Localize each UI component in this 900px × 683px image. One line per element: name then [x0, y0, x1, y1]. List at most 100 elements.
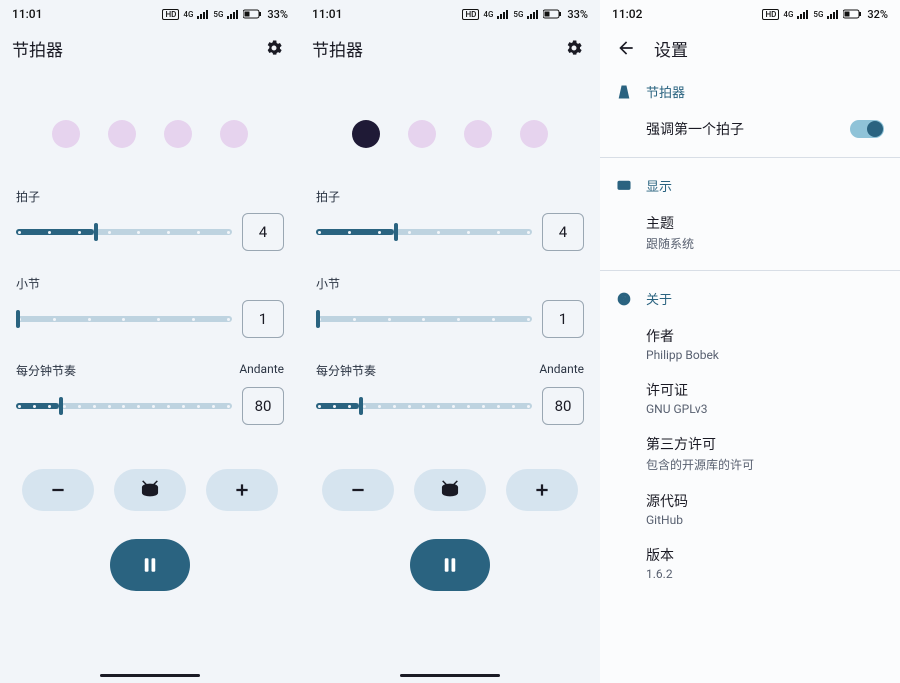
beats-value-input[interactable]: 4 — [542, 213, 584, 251]
bpm-label: 每分钟节奏 — [16, 362, 76, 379]
theme-item[interactable]: 主题 跟随系统 — [616, 205, 884, 262]
net-5g: 5G — [513, 10, 523, 19]
battery-icon — [243, 9, 263, 19]
emphasize-toggle[interactable] — [850, 120, 884, 138]
tempo-name: Andante — [239, 362, 284, 379]
item-title: 版本 — [646, 545, 884, 565]
signal-icon — [227, 9, 239, 19]
settings-button[interactable] — [260, 34, 288, 62]
third-party-item[interactable]: 第三方许可 包含的开源库的许可 — [616, 426, 884, 483]
nav-gesture-bar[interactable] — [100, 674, 200, 677]
beats-label: 拍子 — [316, 188, 340, 205]
source-code-item[interactable]: 源代码 GitHub — [616, 483, 884, 537]
beat-dot-active — [352, 120, 380, 148]
battery-pct: 32% — [867, 8, 888, 21]
bars-value-input[interactable]: 1 — [542, 300, 584, 338]
play-pause-button[interactable] — [410, 539, 490, 591]
bpm-value-input[interactable]: 80 — [542, 387, 584, 425]
net-5g: 5G — [213, 10, 223, 19]
version-item[interactable]: 版本 1.6.2 — [616, 537, 884, 591]
pause-icon — [441, 555, 459, 575]
bars-label: 小节 — [16, 275, 40, 292]
battery-icon — [843, 9, 863, 19]
drum-icon — [439, 479, 461, 501]
bpm-slider[interactable] — [16, 396, 232, 416]
app-title: 节拍器 — [12, 36, 63, 61]
decrement-button[interactable] — [22, 469, 94, 511]
display-icon — [616, 178, 632, 194]
settings-title: 设置 — [654, 36, 688, 61]
svg-text:?: ? — [622, 294, 626, 303]
beats-control: 拍子 4 — [0, 188, 300, 251]
license-item[interactable]: 许可证 GNU GPLv3 — [616, 372, 884, 426]
bars-control: 小节 1 — [0, 275, 300, 338]
back-button[interactable] — [612, 34, 640, 62]
item-title: 作者 — [646, 326, 884, 346]
section-metronome: 节拍器 强调第一个拍子 — [600, 68, 900, 153]
item-subtitle: 跟随系统 — [646, 235, 884, 252]
status-bar: 11:01 HD 4G 5G 33% — [0, 0, 300, 28]
item-subtitle: Philipp Bobek — [646, 348, 884, 362]
hd-badge: HD — [762, 9, 779, 20]
bpm-value-input[interactable]: 80 — [242, 387, 284, 425]
item-subtitle: 1.6.2 — [646, 567, 884, 581]
increment-button[interactable] — [506, 469, 578, 511]
status-right: HD 4G 5G 32% — [762, 8, 888, 21]
bars-label: 小节 — [316, 275, 340, 292]
plus-icon — [233, 481, 251, 499]
item-subtitle: 包含的开源库的许可 — [646, 456, 884, 473]
battery-icon — [543, 9, 563, 19]
signal-icon — [797, 9, 809, 19]
section-heading: 关于 — [646, 289, 672, 308]
bpm-slider[interactable] — [316, 396, 532, 416]
beat-indicator-row — [0, 120, 300, 148]
app-bar: 节拍器 — [0, 28, 300, 68]
item-subtitle: GitHub — [646, 513, 884, 527]
bars-slider[interactable] — [316, 309, 532, 329]
hd-badge: HD — [462, 9, 479, 20]
beat-dot — [464, 120, 492, 148]
beat-dot — [52, 120, 80, 148]
bpm-control: 每分钟节奏 Andante 80 — [300, 362, 600, 425]
settings-app-bar: 设置 — [600, 28, 900, 68]
play-pause-button[interactable] — [110, 539, 190, 591]
help-icon: ? — [616, 291, 632, 307]
status-time: 11:01 — [12, 7, 42, 21]
nav-gesture-bar[interactable] — [400, 674, 500, 677]
decrement-button[interactable] — [322, 469, 394, 511]
bars-control: 小节 1 — [300, 275, 600, 338]
minus-icon — [49, 481, 67, 499]
settings-content: 节拍器 强调第一个拍子 显示 主题 跟随系统 ? 关于 — [600, 68, 900, 683]
status-time: 11:01 — [312, 7, 342, 21]
tap-tempo-button[interactable] — [114, 469, 186, 511]
secondary-buttons — [300, 469, 600, 511]
beats-value-input[interactable]: 4 — [242, 213, 284, 251]
increment-button[interactable] — [206, 469, 278, 511]
back-arrow-icon — [616, 38, 636, 58]
beats-slider[interactable] — [316, 222, 532, 242]
signal-icon — [197, 9, 209, 19]
beats-slider[interactable] — [16, 222, 232, 242]
beat-dot — [520, 120, 548, 148]
item-title: 主题 — [646, 213, 884, 233]
bars-slider[interactable] — [16, 309, 232, 329]
plus-icon — [533, 481, 551, 499]
bars-value-input[interactable]: 1 — [242, 300, 284, 338]
net-4g: 4G — [483, 10, 493, 19]
divider — [600, 270, 900, 271]
app-title: 节拍器 — [312, 36, 363, 61]
emphasize-first-beat-item[interactable]: 强调第一个拍子 — [616, 111, 884, 149]
net-4g: 4G — [183, 10, 193, 19]
tap-tempo-button[interactable] — [414, 469, 486, 511]
minus-icon — [349, 481, 367, 499]
settings-button[interactable] — [560, 34, 588, 62]
gear-icon — [264, 38, 284, 58]
beats-label: 拍子 — [16, 188, 40, 205]
divider — [600, 157, 900, 158]
author-item[interactable]: 作者 Philipp Bobek — [616, 318, 884, 372]
section-heading: 显示 — [646, 176, 672, 195]
battery-pct: 33% — [567, 8, 588, 21]
status-bar: 11:02 HD 4G 5G 32% — [600, 0, 900, 28]
status-right: HD 4G 5G 33% — [462, 8, 588, 21]
pause-icon — [141, 555, 159, 575]
